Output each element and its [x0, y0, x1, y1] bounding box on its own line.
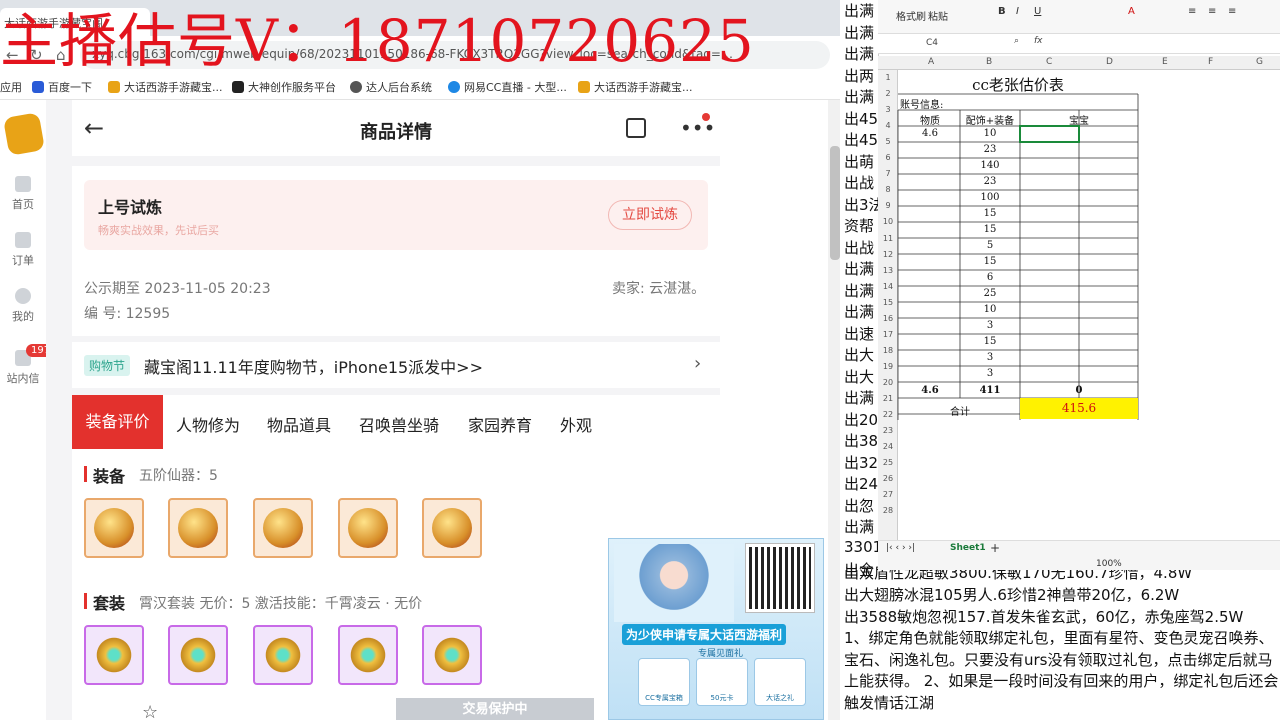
cell-a4[interactable]: 4.6 — [900, 128, 960, 139]
gift-box: 50元卡 — [696, 658, 748, 706]
cell-b9[interactable]: 15 — [960, 208, 1020, 219]
cell-b5[interactable]: 23 — [960, 144, 1020, 155]
cell-b16[interactable]: 3 — [960, 320, 1020, 331]
sheet-statusbar: |‹ ‹ › ›| Sheet1 + 100% — [878, 540, 1280, 570]
sheet-nav-arrows[interactable]: |‹ ‹ › ›| — [886, 543, 915, 553]
total-value[interactable]: 415.6 — [1020, 398, 1138, 419]
zoom-level[interactable]: 100% — [1096, 559, 1122, 569]
cell-c20[interactable]: 0 — [1020, 385, 1138, 396]
cell-b4[interactable]: 10 — [960, 128, 1020, 139]
cell-b18[interactable]: 3 — [960, 352, 1020, 363]
cell-b8[interactable]: 100 — [960, 192, 1020, 203]
cell-b15[interactable]: 10 — [960, 304, 1020, 315]
character-portrait — [614, 544, 734, 622]
cell-b13[interactable]: 6 — [960, 272, 1020, 283]
gift-box: CC专属宝箱 — [638, 658, 690, 706]
cell-b20[interactable]: 411 — [960, 385, 1020, 396]
cell-b7[interactable]: 23 — [960, 176, 1020, 187]
cell-b14[interactable]: 25 — [960, 288, 1020, 299]
cell-b10[interactable]: 15 — [960, 224, 1020, 235]
add-sheet-icon[interactable]: + — [990, 541, 1000, 555]
cell-b12[interactable]: 15 — [960, 256, 1020, 267]
total-label: 合计 — [950, 407, 970, 418]
cell-b17[interactable]: 15 — [960, 336, 1020, 347]
sheet-tab[interactable]: Sheet1 — [950, 543, 986, 553]
cell-a20[interactable]: 4.6 — [900, 385, 960, 396]
cell-b11[interactable]: 5 — [960, 240, 1020, 251]
selected-cell-outline — [1019, 125, 1080, 143]
cell-b6[interactable]: 140 — [960, 160, 1020, 171]
ad-banner: 为少侠申请专属大话西游福利 — [622, 624, 787, 645]
cell-b19[interactable]: 3 — [960, 368, 1020, 379]
gift-box: 大话之礼 — [754, 658, 806, 706]
qr-code — [745, 543, 815, 613]
streamer-overlay-text: 主播估号V：18710720625 — [0, 7, 755, 75]
